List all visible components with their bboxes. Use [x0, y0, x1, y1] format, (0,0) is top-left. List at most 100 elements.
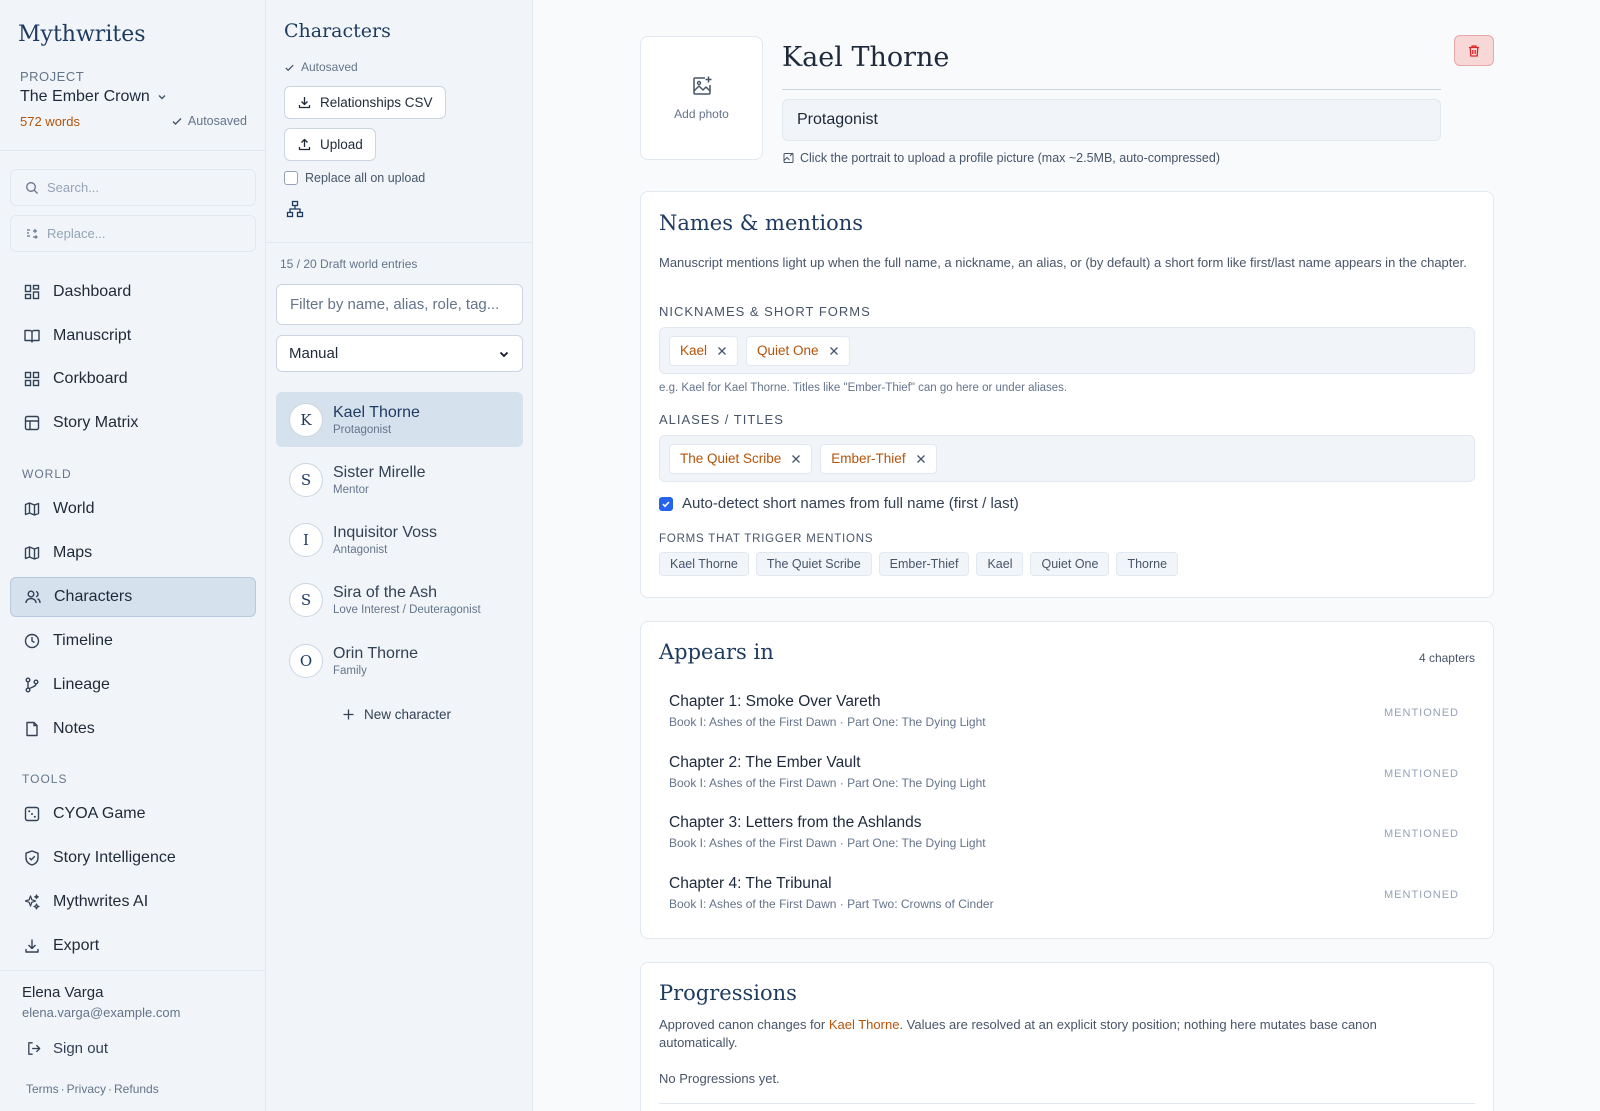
character-link[interactable]: Kael Thorne [829, 1017, 900, 1032]
progressions-description: Approved canon changes for Kael Thorne. … [659, 1016, 1449, 1051]
nav-label: Corkboard [53, 370, 128, 387]
autosave-status: Autosaved [284, 60, 358, 74]
characters-panel: Characters Autosaved Relationships CSV U… [266, 0, 533, 1111]
autodetect-checkbox[interactable]: Auto-detect short names from full name (… [659, 495, 1019, 512]
nav-mythwrites-ai[interactable]: Mythwrites AI [10, 882, 256, 922]
relationship-tree-icon[interactable] [286, 200, 304, 218]
chevron-down-icon [498, 348, 510, 360]
character-item-orin-thorne[interactable]: O Orin Thorne Family [276, 633, 523, 688]
close-icon[interactable] [717, 346, 727, 356]
replace-input[interactable]: Replace... [10, 215, 256, 252]
project-selector[interactable]: The Ember Crown [20, 88, 168, 106]
table-icon [23, 414, 41, 432]
chapter-row[interactable]: Chapter 3: Letters from the Ashlands Boo… [669, 814, 1459, 860]
privacy-link[interactable]: Privacy [67, 1082, 106, 1096]
replace-all-checkbox[interactable]: Replace all on upload [284, 171, 425, 185]
filter-input[interactable] [276, 284, 523, 325]
close-icon[interactable] [829, 346, 839, 356]
chapter-row[interactable]: Chapter 2: The Ember Vault Book I: Ashes… [669, 754, 1459, 800]
chapter-row[interactable]: Chapter 1: Smoke Over Vareth Book I: Ash… [669, 693, 1459, 739]
appears-in-card: Appears in 4 chapters Chapter 1: Smoke O… [640, 621, 1494, 939]
nav-dashboard[interactable]: Dashboard [10, 272, 256, 312]
checkbox-box[interactable] [659, 496, 673, 511]
nav-notes[interactable]: Notes [10, 709, 256, 749]
nav-cyoa-game[interactable]: CYOA Game [10, 794, 256, 834]
character-title[interactable]: Kael Thorne [782, 42, 949, 73]
relationships-csv-button[interactable]: Relationships CSV [284, 86, 446, 119]
nickname-tag: Kael [669, 335, 739, 366]
refunds-link[interactable]: Refunds [114, 1082, 159, 1096]
character-role: Love Interest / Deuteragonist [333, 603, 481, 616]
sign-out-button[interactable]: Sign out [26, 1040, 108, 1057]
download-icon [23, 937, 41, 955]
nav-characters[interactable]: Characters [10, 577, 256, 617]
nav-label: Timeline [53, 632, 113, 649]
character-name: Sira of the Ash [333, 583, 438, 601]
legal-links: Terms · Privacy · Refunds [26, 1082, 159, 1096]
nav-label: Story Matrix [53, 414, 139, 431]
delete-character-button[interactable] [1454, 35, 1494, 66]
nav-lineage[interactable]: Lineage [10, 665, 256, 705]
nav-world[interactable]: World [10, 489, 256, 529]
character-role: Antagonist [333, 543, 388, 556]
close-icon[interactable] [791, 454, 801, 464]
nav-story-matrix[interactable]: Story Matrix [10, 403, 256, 443]
card-title: Names & mentions [659, 211, 864, 235]
close-icon[interactable] [916, 454, 926, 464]
nav-label: World [53, 500, 95, 517]
character-item-sira-of-the-ash[interactable]: S Sira of the Ash Love Interest / Deuter… [276, 572, 523, 627]
progressions-card: Progressions Approved canon changes for … [640, 962, 1494, 1111]
nav-timeline[interactable]: Timeline [10, 621, 256, 661]
character-item-sister-mirelle[interactable]: S Sister Mirelle Mentor [276, 452, 523, 507]
character-name: Kael Thorne [333, 403, 420, 421]
names-mentions-card: Names & mentions Manuscript mentions lig… [640, 191, 1494, 598]
autosave-label: Autosaved [301, 60, 358, 74]
user-email: elena.varga@example.com [22, 1005, 181, 1020]
avatar: K [289, 402, 323, 437]
nav-export[interactable]: Export [10, 926, 256, 966]
dashboard-icon [23, 283, 41, 301]
nav-label: Dashboard [53, 283, 132, 300]
upload-button[interactable]: Upload [284, 128, 376, 161]
nav-label: Story Intelligence [53, 849, 176, 866]
character-name: Inquisitor Voss [333, 523, 438, 541]
add-photo-button[interactable]: Add photo [640, 36, 763, 160]
tag-label: Ember-Thief [831, 451, 906, 466]
role-input[interactable] [782, 99, 1441, 141]
terms-link[interactable]: Terms [26, 1082, 59, 1096]
search-placeholder: Search... [47, 180, 100, 195]
chapter-title: Chapter 2: The Ember Vault [669, 754, 861, 771]
chapter-row[interactable]: Chapter 4: The Tribunal Book I: Ashes of… [669, 875, 1459, 921]
search-icon [25, 181, 39, 195]
sidebar: Mythwrites PROJECT The Ember Crown 572 w… [0, 0, 266, 1111]
user-name: Elena Varga [22, 984, 104, 1001]
nav-label: Characters [54, 588, 133, 605]
project-label: PROJECT [20, 69, 85, 84]
nav-manuscript[interactable]: Manuscript [10, 316, 256, 356]
character-item-kael-thorne[interactable]: K Kael Thorne Protagonist [276, 392, 523, 447]
replace-icon [25, 227, 39, 241]
nicknames-input[interactable]: Kael Quiet One [659, 327, 1475, 374]
chapter-location: Book I: Ashes of the First Dawn · Part O… [669, 715, 986, 729]
character-role: Family [333, 664, 367, 677]
plus-icon [342, 708, 355, 721]
log-out-icon [26, 1040, 43, 1057]
chevron-down-icon [156, 91, 168, 103]
sparkles-icon [23, 893, 41, 911]
nav-corkboard[interactable]: Corkboard [10, 359, 256, 399]
sort-select[interactable]: Manual [276, 335, 523, 372]
aliases-input[interactable]: The Quiet Scribe Ember-Thief [659, 435, 1475, 482]
nav-maps[interactable]: Maps [10, 533, 256, 573]
search-input[interactable]: Search... [10, 169, 256, 206]
new-character-button[interactable]: New character [342, 707, 451, 722]
brand-logo[interactable]: Mythwrites [18, 22, 146, 47]
map-icon [23, 544, 41, 562]
map-icon [23, 500, 41, 518]
upload-icon [297, 137, 312, 152]
nav-story-intelligence[interactable]: Story Intelligence [10, 838, 256, 878]
separator: · [108, 1082, 113, 1096]
book-open-icon [23, 327, 41, 345]
character-item-inquisitor-voss[interactable]: I Inquisitor Voss Antagonist [276, 512, 523, 567]
checkbox-box[interactable] [284, 171, 298, 185]
entry-count: 15 / 20 Draft world entries [280, 257, 418, 271]
